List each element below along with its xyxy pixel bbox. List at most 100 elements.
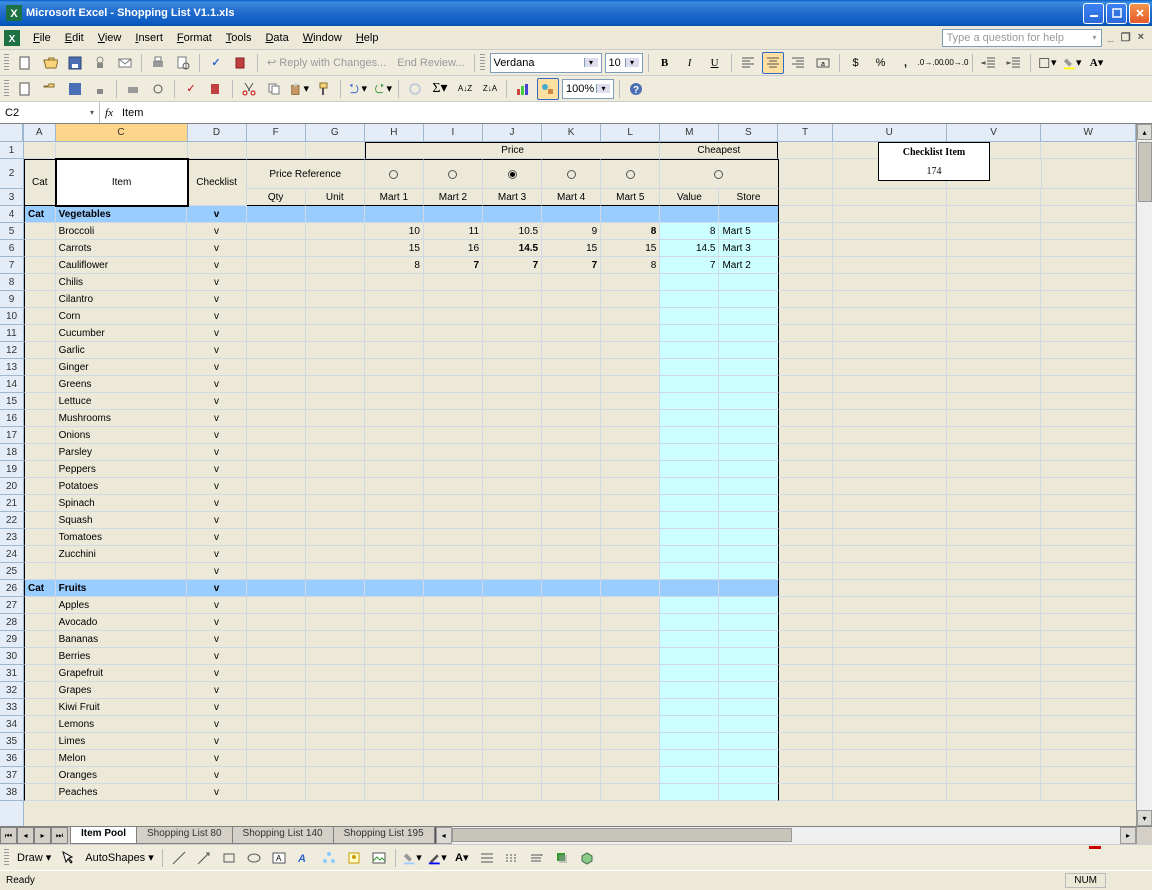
cell[interactable] [1041,410,1136,427]
cell[interactable]: Avocado [56,614,188,631]
cell[interactable]: 7 [424,257,483,274]
arrow-button[interactable] [193,847,215,869]
scroll-thumb[interactable] [1138,142,1152,202]
cell[interactable]: v [187,614,246,631]
cell[interactable]: v [187,665,246,682]
cell[interactable] [719,546,778,563]
tab-prev-button[interactable]: ◂ [17,827,34,844]
cell[interactable]: Limes [56,733,188,750]
cell[interactable] [542,478,601,495]
menu-view[interactable]: View [91,29,129,47]
row-header[interactable]: 19 [0,461,23,478]
cell[interactable] [601,546,660,563]
cell[interactable] [1041,580,1136,597]
cell[interactable]: Mart 1 [365,189,424,206]
cell[interactable] [483,631,542,648]
cell[interactable] [306,767,365,784]
menu-insert[interactable]: Insert [128,29,170,47]
cell[interactable] [947,206,1042,223]
wordart-button[interactable]: A [293,847,315,869]
cell[interactable] [424,444,483,461]
cell[interactable]: Mart 5 [601,189,660,206]
cell[interactable]: v [187,546,246,563]
cell[interactable] [542,308,601,325]
cell[interactable] [947,291,1042,308]
row-header[interactable]: 38 [0,784,23,801]
cell[interactable] [542,512,601,529]
tab-first-button[interactable]: ⏮ [0,827,17,844]
row-header[interactable]: 1 [0,142,23,159]
cell[interactable] [483,444,542,461]
cell[interactable] [483,750,542,767]
cell[interactable] [247,665,306,682]
cell[interactable] [247,597,306,614]
undo-button[interactable]: ▾ [346,78,368,100]
cell[interactable] [947,580,1042,597]
cell[interactable] [947,784,1042,801]
cell[interactable] [424,631,483,648]
cell[interactable] [601,461,660,478]
cell[interactable] [483,291,542,308]
cell[interactable]: v [187,274,246,291]
cell[interactable] [1041,444,1136,461]
cell[interactable] [424,359,483,376]
cell[interactable] [1041,461,1136,478]
cell[interactable] [247,393,306,410]
cell[interactable] [365,393,424,410]
cell[interactable] [947,699,1042,716]
currency-button[interactable]: $ [845,52,867,74]
cell[interactable]: Garlic [56,342,188,359]
cell[interactable] [483,546,542,563]
cell[interactable] [833,648,947,665]
cell[interactable] [542,376,601,393]
cell[interactable] [247,682,306,699]
cell[interactable]: v [187,223,246,240]
row-header[interactable]: 7 [0,257,23,274]
cell[interactable] [483,716,542,733]
rectangle-button[interactable] [218,847,240,869]
zoom-selector[interactable]: 100%▾ [562,79,614,99]
permission-icon[interactable] [89,52,111,74]
cell[interactable] [24,529,56,546]
cell[interactable] [779,682,833,699]
cell[interactable] [660,767,719,784]
cell[interactable] [660,546,719,563]
cell[interactable] [365,682,424,699]
row-header[interactable]: 22 [0,512,23,529]
cell[interactable] [833,393,947,410]
cell[interactable]: Price [365,142,660,159]
scroll-thumb[interactable] [452,828,792,842]
cell[interactable] [24,325,56,342]
cell[interactable] [779,495,833,512]
cell[interactable] [306,427,365,444]
cell[interactable]: v [187,359,246,376]
cell[interactable]: 10 [365,223,424,240]
cell[interactable] [1041,648,1136,665]
cell[interactable]: 8 [660,223,719,240]
cell[interactable] [833,733,947,750]
menu-edit[interactable]: Edit [58,29,91,47]
cell[interactable] [1041,376,1136,393]
cell[interactable] [947,614,1042,631]
cell[interactable] [601,427,660,444]
price-radio[interactable] [508,170,517,179]
cell[interactable] [365,206,424,223]
cell[interactable] [719,733,778,750]
cell[interactable] [719,767,778,784]
cell[interactable] [365,784,424,801]
cell[interactable] [483,325,542,342]
cell[interactable]: Price Reference [247,159,365,189]
cell[interactable] [424,410,483,427]
cell[interactable] [660,614,719,631]
vertical-scrollbar[interactable]: ▴ ▾ [1136,124,1152,826]
cell[interactable] [660,444,719,461]
cell[interactable] [1041,223,1136,240]
cell[interactable] [719,359,778,376]
cell[interactable] [947,393,1042,410]
bold-button[interactable]: B [654,52,676,74]
permission-lock-icon[interactable] [89,78,111,100]
cell[interactable] [947,767,1042,784]
cell[interactable] [306,142,365,159]
toolbar-grip[interactable] [4,54,9,72]
cell[interactable]: Grapes [56,682,188,699]
